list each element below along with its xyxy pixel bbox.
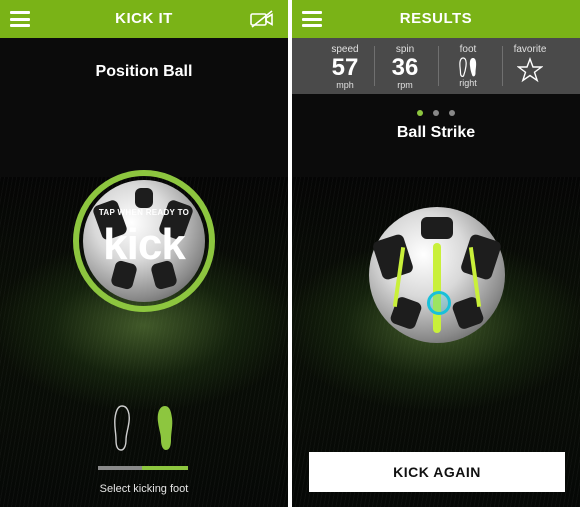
- screen-title: Ball Strike: [396, 124, 476, 141]
- ball-image: [369, 207, 505, 343]
- stats-bar: speed 57 mph spin 36 rpm foot right favo…: [292, 38, 580, 94]
- kick-button[interactable]: TAP WHEN READY TO kick: [73, 170, 215, 312]
- page-indicator: [292, 103, 580, 121]
- stat-unit: right: [459, 78, 477, 88]
- page-dot[interactable]: [449, 110, 456, 116]
- stat-speed: speed 57 mph: [312, 38, 378, 94]
- page-dot[interactable]: [433, 110, 439, 116]
- tap-prompt: TAP WHEN READY TO: [98, 208, 190, 217]
- kick-again-button[interactable]: KICK AGAIN: [309, 452, 565, 492]
- header-bar: RESULTS: [292, 0, 580, 38]
- stat-spin: spin 36 rpm: [372, 38, 438, 94]
- header-title: KICK IT: [115, 10, 173, 27]
- left-foot-bar: [98, 466, 142, 470]
- kick-word: kick: [103, 220, 186, 269]
- feet-icon: [459, 57, 477, 77]
- header-title: RESULTS: [399, 10, 473, 27]
- right-screen: RESULTS speed 57 mph spin 36 rpm foot ri…: [292, 0, 580, 507]
- right-foot-icon[interactable]: [156, 404, 174, 452]
- screen-title: Position Ball: [95, 63, 193, 80]
- left-foot-icon[interactable]: [113, 404, 131, 452]
- page-dot[interactable]: [416, 110, 423, 116]
- stat-label: foot: [459, 44, 477, 55]
- header-bar: KICK IT: [0, 0, 288, 38]
- stat-unit: mph: [336, 80, 354, 90]
- strike-ball[interactable]: [369, 207, 505, 343]
- stat-label: favorite: [513, 44, 547, 55]
- stat-favorite[interactable]: favorite: [497, 38, 563, 94]
- select-foot-caption: Select kicking foot: [99, 483, 189, 495]
- stat-value: 57: [331, 54, 359, 81]
- stat-unit: rpm: [397, 80, 413, 90]
- left-screen: KICK IT Position Ball TAP WHEN READY TO …: [0, 0, 288, 507]
- impact-point-marker: [427, 291, 451, 315]
- stat-value: 36: [391, 54, 419, 81]
- star-icon[interactable]: [517, 57, 543, 83]
- right-foot-bar: [142, 466, 188, 470]
- stat-foot: foot right: [435, 38, 501, 94]
- camera-off-icon[interactable]: [250, 10, 274, 28]
